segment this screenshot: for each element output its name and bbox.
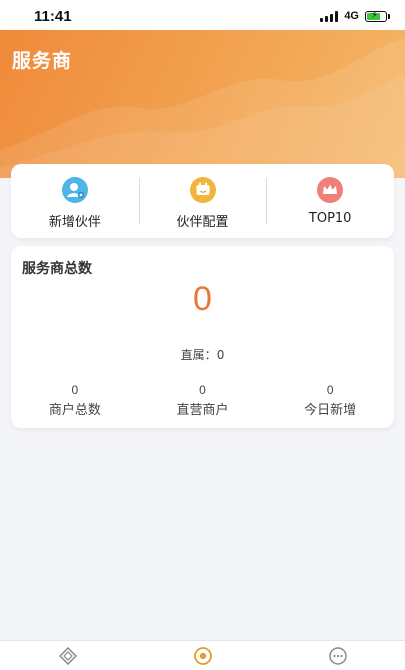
partner-config-icon (189, 177, 216, 203)
stat-value: 0 (199, 383, 206, 397)
direct-value: 0 (216, 348, 225, 362)
status-indicators: 4G ⚡ (320, 10, 390, 22)
crown-icon (317, 177, 344, 203)
provider-stats-card: 服务商总数 0 直属：0 0 商户总数 0 直营商户 0 今日新增 (11, 246, 394, 428)
stat-label: 直营商户 (176, 403, 229, 418)
stats-title: 服务商总数 (22, 261, 92, 277)
tab-provider[interactable] (135, 641, 270, 670)
quick-action-label: 伙伴配置 (176, 215, 229, 230)
status-time: 11:41 (34, 8, 72, 25)
direct-label: 直属： (180, 348, 217, 362)
page-title: 服务商 (12, 50, 73, 72)
quick-action-top10[interactable]: TOP10 (266, 164, 394, 238)
eye-icon (193, 647, 212, 665)
stat-label: 今日新增 (304, 403, 357, 418)
stat-new-today: 0 今日新增 (266, 383, 394, 418)
stat-value: 0 (71, 383, 79, 397)
stat-label: 商户总数 (48, 403, 101, 418)
stat-direct-merchants: 0 直营商户 (139, 383, 267, 418)
quick-action-add-partner[interactable]: 新增伙伴 (11, 164, 139, 238)
battery-charging-icon: ⚡ (365, 10, 390, 22)
stat-value: 0 (326, 383, 334, 397)
diamond-icon (58, 647, 77, 665)
add-partner-icon (61, 177, 88, 203)
tab-home[interactable] (0, 641, 135, 670)
tab-messages[interactable] (270, 641, 405, 670)
bottom-tab-bar (0, 640, 405, 670)
stats-row: 0 商户总数 0 直营商户 0 今日新增 (11, 383, 394, 418)
network-type: 4G (344, 10, 359, 22)
quick-actions-card: 新增伙伴 伙伴配置 TOP10 (11, 164, 394, 238)
status-bar: 11:41 4G ⚡ (0, 0, 405, 30)
quick-action-label: TOP10 (308, 211, 352, 226)
header-banner: 服务商 (0, 30, 405, 178)
stat-merchant-total: 0 商户总数 (11, 383, 139, 418)
quick-action-partner-config[interactable]: 伙伴配置 (138, 164, 267, 238)
chat-icon (328, 647, 347, 665)
direct-count: 直属：0 (11, 346, 394, 363)
quick-action-label: 新增伙伴 (48, 215, 101, 230)
signal-icon (320, 10, 339, 22)
provider-total-value: 0 (193, 280, 212, 318)
